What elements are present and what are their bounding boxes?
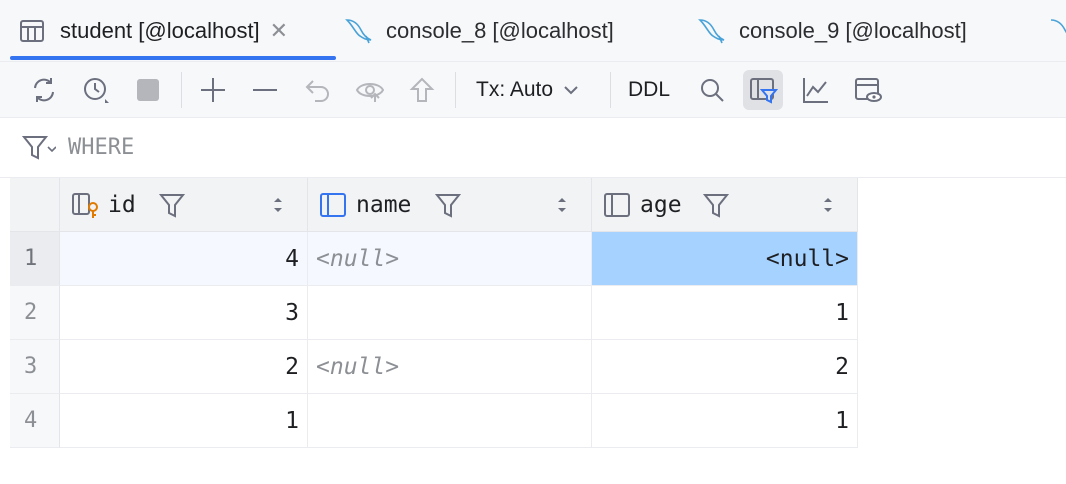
history-button[interactable] bbox=[76, 70, 116, 110]
refresh-icon bbox=[34, 78, 54, 102]
column-header-age[interactable]: age bbox=[592, 178, 858, 232]
mysql-dolphin-icon bbox=[698, 19, 725, 44]
sort-icon[interactable] bbox=[271, 195, 285, 215]
stop-icon bbox=[137, 79, 159, 101]
table-cell[interactable]: 2 bbox=[592, 340, 858, 394]
tx-label: Tx: Auto bbox=[476, 78, 554, 101]
transaction-mode-dropdown[interactable]: Tx: Auto bbox=[476, 70, 581, 110]
table-cell[interactable]: 1 bbox=[592, 394, 858, 448]
add-row-button[interactable] bbox=[193, 70, 233, 110]
table-cell[interactable]: <null> bbox=[308, 232, 592, 286]
column-filter-icon[interactable] bbox=[158, 191, 186, 219]
table-cell[interactable]: 1 bbox=[60, 394, 308, 448]
tab-overflow[interactable] bbox=[1048, 0, 1066, 62]
mysql-dolphin-icon bbox=[1050, 19, 1066, 34]
table-cell[interactable] bbox=[308, 286, 592, 340]
view-settings-icon bbox=[855, 78, 882, 102]
mysql-dolphin-icon bbox=[345, 19, 372, 44]
close-icon[interactable]: ✕ bbox=[270, 18, 288, 44]
tab-label: console_8 [@localhost] bbox=[386, 18, 614, 43]
chart-button[interactable] bbox=[796, 70, 836, 110]
tab-student[interactable]: student [@localhost] ✕ bbox=[18, 0, 288, 62]
tab-label: console_9 [@localhost] bbox=[739, 18, 967, 43]
where-filter-bar: WHERE bbox=[0, 118, 1066, 178]
preview-changes-icon bbox=[355, 83, 385, 102]
revert-button[interactable] bbox=[298, 70, 338, 110]
table-cell[interactable]: 3 bbox=[60, 286, 308, 340]
preview-changes-button[interactable] bbox=[350, 70, 390, 110]
table-cell[interactable]: <null> bbox=[308, 340, 592, 394]
cell-value: 2 bbox=[835, 353, 849, 380]
delete-row-icon bbox=[253, 89, 277, 91]
column-header-id[interactable]: id bbox=[60, 178, 308, 232]
refresh-button[interactable] bbox=[24, 70, 64, 110]
cell-value: 2 bbox=[285, 353, 299, 380]
null-value: <null> bbox=[316, 245, 400, 272]
null-value: <null> bbox=[316, 353, 400, 380]
column-name: id bbox=[108, 192, 136, 218]
tab-console-8[interactable]: console_8 [@localhost] bbox=[344, 0, 614, 62]
row-number[interactable]: 4 bbox=[10, 394, 60, 448]
table-cell[interactable]: 1 bbox=[592, 286, 858, 340]
history-icon bbox=[84, 78, 109, 103]
search-icon bbox=[701, 79, 724, 102]
submit-icon bbox=[409, 77, 435, 102]
column-icon bbox=[604, 193, 630, 217]
search-button[interactable] bbox=[692, 70, 732, 110]
where-filter-input[interactable]: WHERE bbox=[68, 135, 134, 160]
table-cell[interactable] bbox=[308, 394, 592, 448]
editor-tab-bar: student [@localhost] ✕ console_8 [@local… bbox=[0, 0, 1066, 62]
revert-icon bbox=[305, 80, 329, 102]
toolbar-separator bbox=[181, 72, 182, 108]
row-number[interactable]: 1 bbox=[10, 232, 60, 286]
tab-console-9[interactable]: console_9 [@localhost] bbox=[697, 0, 967, 62]
column-name: name bbox=[356, 192, 412, 218]
view-settings-button[interactable] bbox=[848, 70, 888, 110]
ddl-button[interactable]: DDL bbox=[628, 70, 670, 110]
row-number[interactable]: 3 bbox=[10, 340, 60, 394]
add-row-icon bbox=[201, 78, 225, 102]
table-cell[interactable]: 4 bbox=[60, 232, 308, 286]
submit-button[interactable] bbox=[402, 70, 442, 110]
cell-value: 4 bbox=[285, 245, 299, 272]
cell-value: 1 bbox=[835, 407, 849, 434]
sort-icon[interactable] bbox=[821, 195, 835, 215]
ddl-label: DDL bbox=[628, 78, 671, 101]
toolbar-separator bbox=[455, 72, 456, 108]
column-name: age bbox=[640, 192, 682, 218]
cell-value: 3 bbox=[285, 299, 299, 326]
row-number[interactable]: 2 bbox=[10, 286, 60, 340]
tab-label: student [@localhost] bbox=[60, 18, 260, 43]
column-filter-icon[interactable] bbox=[434, 191, 462, 219]
sort-icon[interactable] bbox=[555, 195, 569, 215]
table-cell[interactable]: 2 bbox=[60, 340, 308, 394]
primary-key-column-icon bbox=[72, 193, 98, 218]
selected-cell[interactable]: <null> bbox=[592, 232, 858, 286]
column-filter-icon[interactable] bbox=[702, 191, 730, 219]
chevron-down-icon bbox=[564, 86, 578, 95]
active-tab-indicator bbox=[10, 56, 336, 60]
cell-value: 1 bbox=[835, 299, 849, 326]
stop-button[interactable] bbox=[128, 70, 168, 110]
toolbar-separator bbox=[610, 72, 611, 108]
null-value: <null> bbox=[765, 245, 849, 272]
chart-icon bbox=[803, 78, 828, 103]
filter-panel-icon bbox=[750, 78, 778, 104]
table-icon bbox=[20, 20, 44, 42]
filter-panel-toggle[interactable] bbox=[743, 70, 783, 110]
cell-value: 1 bbox=[285, 407, 299, 434]
column-icon bbox=[320, 193, 346, 217]
filter-icon[interactable] bbox=[22, 132, 56, 164]
grid-corner[interactable] bbox=[10, 178, 60, 232]
delete-row-button[interactable] bbox=[245, 70, 285, 110]
grid-toolbar: Tx: Auto DDL bbox=[0, 62, 1066, 118]
column-header-name[interactable]: name bbox=[308, 178, 592, 232]
